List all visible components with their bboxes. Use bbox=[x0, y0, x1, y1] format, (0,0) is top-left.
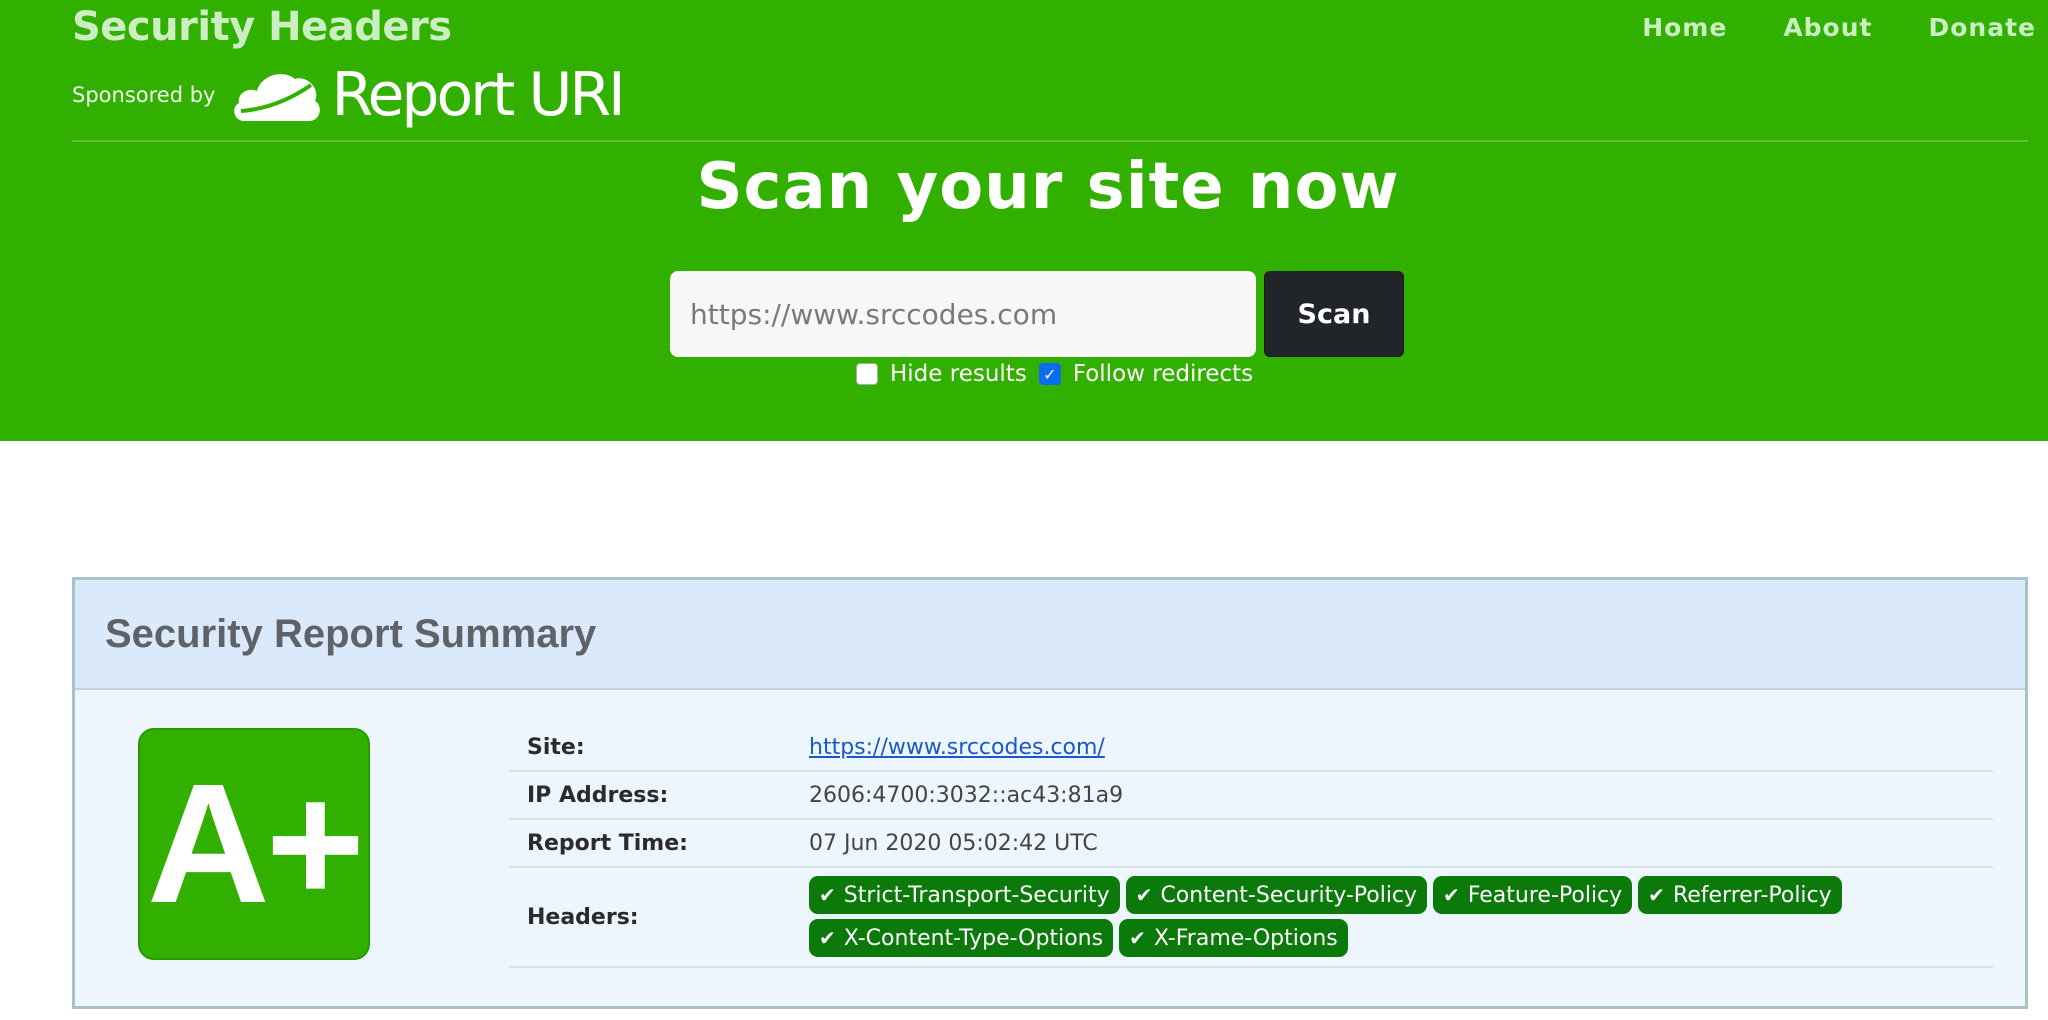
check-icon: ✔ bbox=[1443, 883, 1460, 907]
follow-redirects-label[interactable]: Follow redirects bbox=[1073, 361, 1253, 387]
site-link[interactable]: https://www.srccodes.com/ bbox=[809, 735, 1105, 760]
report-title: Security Report Summary bbox=[105, 611, 597, 656]
header-badge[interactable]: ✔ Feature-Policy bbox=[1433, 876, 1633, 914]
site-value: https://www.srccodes.com/ bbox=[809, 735, 1105, 760]
sponsored-by-label: Sponsored by bbox=[72, 83, 216, 107]
check-icon: ✔ bbox=[1648, 883, 1665, 907]
check-icon: ✔ bbox=[1135, 883, 1153, 907]
header-badge-label: Strict-Transport-Security bbox=[843, 882, 1110, 908]
report-time-row: Report Time: 07 Jun 2020 05:02:42 UTC bbox=[509, 820, 1993, 868]
scan-form: Scan bbox=[670, 271, 1404, 357]
site-label: Site: bbox=[527, 734, 585, 760]
scan-options: Hide results ✓ Follow redirects bbox=[856, 361, 1265, 387]
ip-row: IP Address: 2606:4700:3032::ac43:81a9 bbox=[509, 772, 1993, 820]
ip-value: 2606:4700:3032::ac43:81a9 bbox=[809, 782, 1124, 808]
ip-label: IP Address: bbox=[527, 782, 669, 808]
scan-button[interactable]: Scan bbox=[1264, 271, 1404, 357]
nav-about[interactable]: About bbox=[1783, 10, 1872, 46]
header-badge-label: Content-Security-Policy bbox=[1160, 882, 1418, 908]
nav-donate[interactable]: Donate bbox=[1928, 10, 2036, 46]
header-badge-label: Referrer-Policy bbox=[1672, 882, 1832, 908]
top-nav: Home About Donate bbox=[1586, 10, 2048, 46]
site-row: Site: https://www.srccodes.com/ bbox=[509, 724, 1993, 772]
header-badge[interactable]: ✔ Referrer-Policy bbox=[1638, 876, 1842, 914]
header-badge[interactable]: ✔ X-Content-Type-Options bbox=[809, 919, 1114, 957]
hero-heading: Scan your site now bbox=[696, 150, 1400, 224]
hide-results-checkbox[interactable] bbox=[856, 363, 878, 385]
header-badge-label: X-Content-Type-Options bbox=[843, 925, 1104, 951]
grade-badge: A+ bbox=[138, 728, 370, 960]
check-icon: ✔ bbox=[819, 926, 836, 950]
hide-results-label[interactable]: Hide results bbox=[890, 361, 1027, 387]
follow-redirects-checkbox[interactable]: ✓ bbox=[1038, 363, 1061, 385]
headers-label: Headers: bbox=[527, 904, 639, 930]
headers-row: Headers: ✔ Strict-Transport-Security ✔ C… bbox=[509, 868, 1993, 968]
header-badge[interactable]: ✔ X-Frame-Options bbox=[1119, 919, 1348, 957]
hero-banner: Security Headers Sponsored by Report URI… bbox=[0, 0, 2048, 441]
sponsor-block[interactable]: Sponsored by Report URI bbox=[72, 60, 626, 130]
security-report-card: Security Report Summary A+ Site: https:/… bbox=[72, 577, 2028, 1009]
nav-home[interactable]: Home bbox=[1642, 10, 1727, 46]
cloud-icon bbox=[234, 74, 321, 121]
report-details: Site: https://www.srccodes.com/ IP Addre… bbox=[509, 724, 1993, 968]
header-badge-label: X-Frame-Options bbox=[1153, 925, 1338, 951]
report-time-value: 07 Jun 2020 05:02:42 UTC bbox=[809, 830, 1098, 856]
header-badge[interactable]: ✔ Strict-Transport-Security bbox=[809, 876, 1120, 914]
check-icon: ✔ bbox=[819, 883, 836, 907]
site-title[interactable]: Security Headers bbox=[72, 4, 452, 50]
hero-divider bbox=[72, 140, 2028, 142]
check-icon: ✔ bbox=[1129, 926, 1146, 950]
hide-results-option[interactable]: Hide results bbox=[856, 361, 1027, 387]
sponsor-logo-text: Report URI bbox=[331, 60, 625, 130]
header-badges: ✔ Strict-Transport-Security ✔ Content-Se… bbox=[809, 868, 1969, 966]
url-input[interactable] bbox=[670, 271, 1256, 357]
report-header: Security Report Summary bbox=[75, 580, 2025, 690]
follow-redirects-option[interactable]: ✓ Follow redirects bbox=[1038, 361, 1253, 387]
report-time-label: Report Time: bbox=[527, 830, 688, 856]
header-badge[interactable]: ✔ Content-Security-Policy bbox=[1125, 876, 1428, 914]
header-badge-label: Feature-Policy bbox=[1467, 882, 1623, 908]
